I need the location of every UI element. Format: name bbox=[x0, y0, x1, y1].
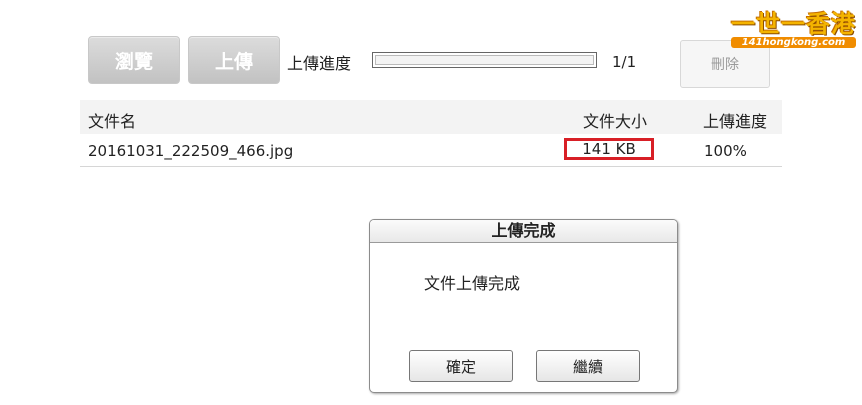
file-name: 20161031_222509_466.jpg bbox=[88, 142, 294, 160]
dialog-message: 文件上傳完成 bbox=[424, 274, 521, 293]
file-progress: 100% bbox=[704, 142, 747, 160]
file-counter: 1/1 bbox=[612, 53, 637, 71]
upload-complete-dialog: 上傳完成 文件上傳完成 確定 繼續 bbox=[369, 219, 678, 393]
site-watermark-logo: 一世一香港 141hongkong.com bbox=[731, 4, 856, 48]
continue-button[interactable]: 繼續 bbox=[536, 350, 640, 382]
upload-progress-label: 上傳進度 bbox=[287, 54, 352, 73]
upload-progress-bar bbox=[372, 52, 597, 68]
watermark-url-text: 141hongkong.com bbox=[731, 37, 856, 48]
column-header-progress: 上傳進度 bbox=[703, 112, 768, 131]
table-row[interactable]: 20161031_222509_466.jpg 141 KB 100% bbox=[80, 136, 782, 167]
column-header-name: 文件名 bbox=[88, 112, 137, 131]
watermark-main-text: 一世一香港 bbox=[731, 10, 856, 38]
browse-button[interactable]: 瀏覽 bbox=[88, 36, 180, 84]
ok-button[interactable]: 確定 bbox=[409, 350, 513, 382]
column-header-size: 文件大小 bbox=[583, 112, 648, 131]
upload-button[interactable]: 上傳 bbox=[188, 36, 280, 84]
file-table-header: 文件名 文件大小 上傳進度 bbox=[80, 100, 782, 134]
dialog-title: 上傳完成 bbox=[370, 220, 677, 243]
file-size: 141 KB bbox=[564, 138, 654, 160]
upload-progress-fill bbox=[375, 55, 594, 65]
